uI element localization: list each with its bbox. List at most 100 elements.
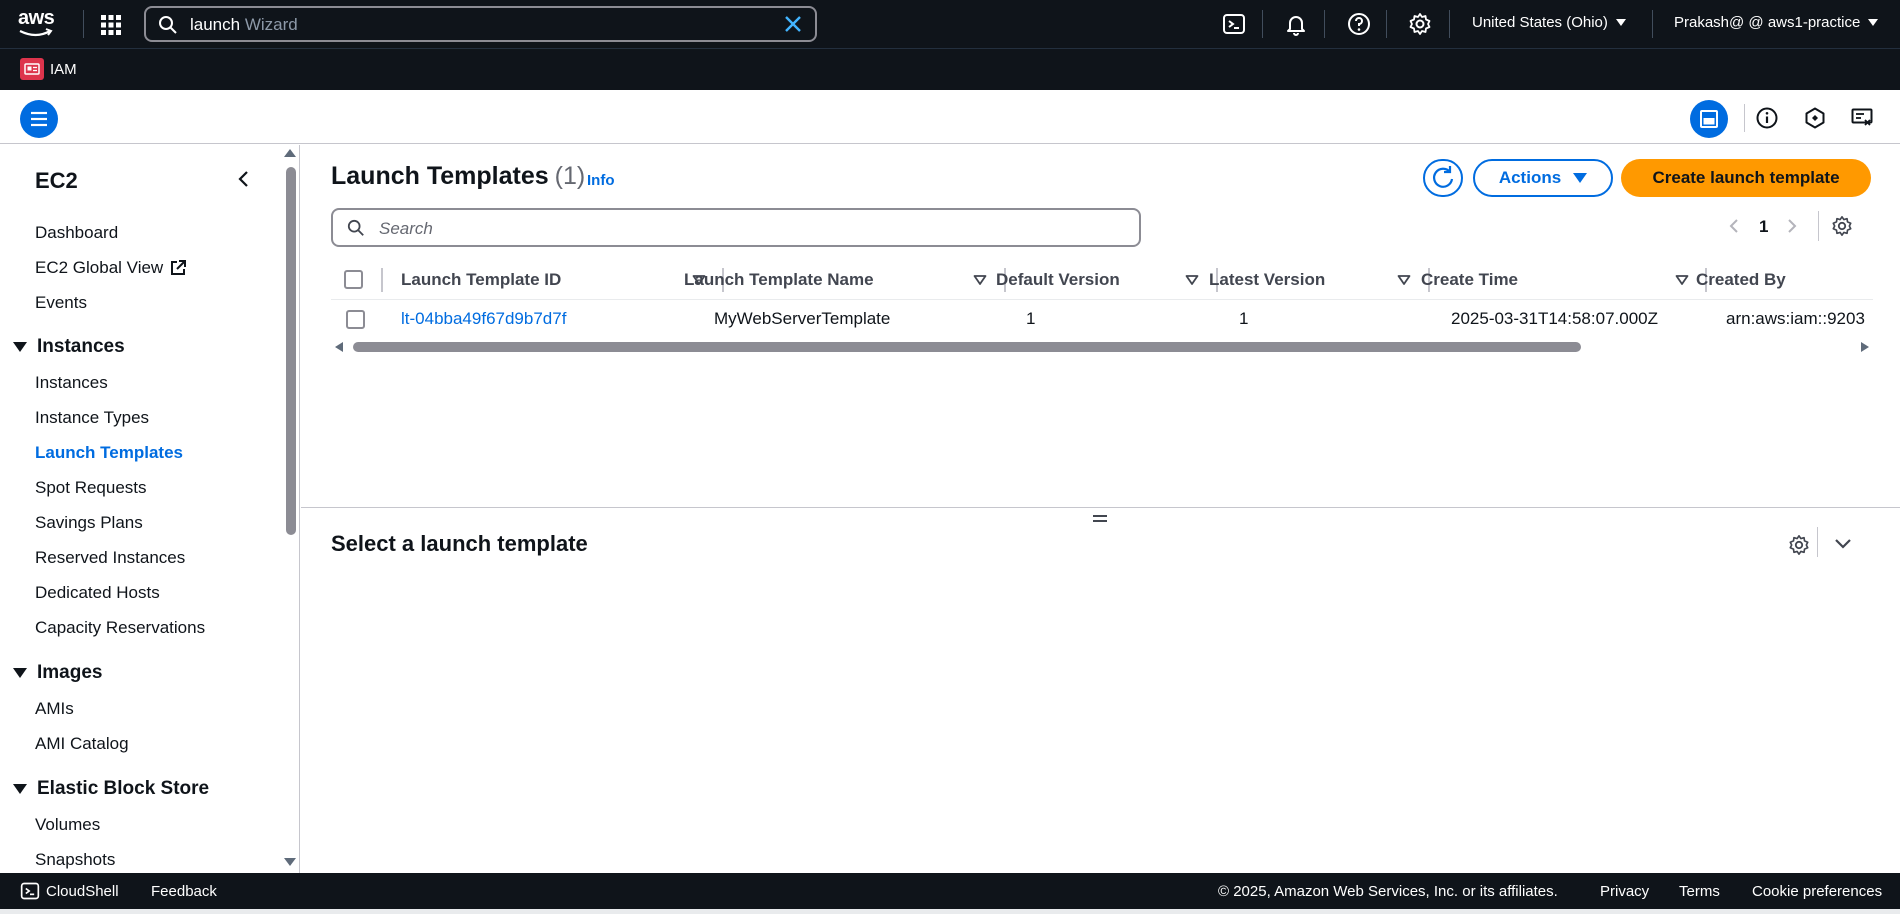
notifications-bell-icon[interactable] [1284, 12, 1308, 36]
nav-divider [1386, 10, 1387, 38]
console-footer: CloudShell Feedback © 2025, Amazon Web S… [0, 873, 1900, 909]
account-menu[interactable]: Prakash@ @ aws1-practice [1674, 14, 1879, 31]
sidebar-item-events[interactable]: Events [35, 293, 87, 313]
iam-service-link[interactable]: IAM [50, 61, 77, 78]
split-panel-button[interactable] [1690, 100, 1728, 138]
sidebar-item-ami-catalog[interactable]: AMI Catalog [35, 734, 129, 754]
sidebar-item-instances[interactable]: Instances [35, 373, 108, 393]
create-launch-template-button[interactable]: Create launch template [1621, 159, 1871, 197]
column-header-create-time[interactable]: Create Time [1421, 270, 1518, 290]
sidebar-item-ec2-global-view[interactable]: EC2 Global View [35, 258, 187, 278]
search-hint: Wizard [240, 15, 298, 34]
sort-icon[interactable] [1675, 274, 1689, 286]
table-search-input[interactable]: Search [331, 208, 1141, 247]
scroll-right-arrow-icon[interactable] [1861, 342, 1869, 352]
sidebar-item-savings-plans[interactable]: Savings Plans [35, 513, 143, 533]
global-search-text: launch Wizard [190, 15, 298, 35]
sidebar-item-label: Spot Requests [35, 478, 147, 497]
sidebar-section-instances[interactable]: Instances [13, 336, 125, 358]
region-label: United States (Ohio) [1472, 14, 1608, 31]
cloudshell-icon[interactable] [1222, 12, 1246, 36]
sidebar-item-amis[interactable]: AMIs [35, 699, 74, 719]
nav-divider [83, 10, 84, 38]
sidebar-item-label: AMIs [35, 699, 74, 718]
sidebar-item-label: Instance Types [35, 408, 150, 427]
sidebar-item-label: Snapshots [35, 850, 116, 869]
column-header-launch-template-name[interactable]: Launch Template Name [684, 270, 874, 290]
sort-icon[interactable] [1185, 274, 1199, 286]
sort-icon[interactable] [1397, 274, 1411, 286]
search-placeholder: Search [379, 219, 433, 238]
cell-default-version: 1 [1026, 309, 1036, 328]
sidebar-item-dashboard[interactable]: Dashboard [35, 223, 118, 243]
top-navigation: aws launch Wizard United States (Ohio) P… [0, 0, 1900, 49]
select-all-checkbox[interactable] [344, 270, 363, 289]
sidebar-item-capacity-reservations[interactable]: Capacity Reservations [35, 618, 205, 638]
sidebar-item-volumes[interactable]: Volumes [35, 815, 100, 835]
previous-page-icon[interactable] [1725, 217, 1743, 235]
scroll-up-arrow-icon[interactable] [284, 149, 296, 157]
cookie-preferences-link[interactable]: Cookie preferences [1752, 883, 1882, 900]
sidebar-item-label: Dashboard [35, 223, 119, 242]
sidebar-item-label: EC2 Global View [35, 258, 164, 277]
column-header-default-version[interactable]: Default Version [996, 270, 1120, 290]
sidebar-item-snapshots[interactable]: Snapshots [35, 850, 115, 870]
aws-logo-text: aws [18, 7, 55, 29]
sidebar-section-images[interactable]: Images [13, 662, 102, 684]
side-menu-button[interactable] [20, 100, 58, 138]
sidebar-item-reserved-instances[interactable]: Reserved Instances [35, 548, 185, 568]
notification-panel-icon[interactable] [1850, 106, 1874, 130]
privacy-link[interactable]: Privacy [1600, 883, 1649, 900]
next-page-icon[interactable] [1783, 217, 1801, 235]
refresh-icon [1432, 166, 1454, 188]
settings-gear-icon[interactable] [1408, 12, 1432, 36]
sidebar-item-label: Savings Plans [35, 513, 143, 532]
sidebar-scrollbar-thumb[interactable] [286, 167, 296, 535]
cloudshell-footer-icon[interactable] [20, 881, 40, 901]
hamburger-menu-icon [31, 111, 47, 127]
split-panel-preferences-gear-icon[interactable] [1788, 534, 1810, 556]
table-horizontal-scrollbar-thumb[interactable] [353, 342, 1581, 352]
sidebar-item-instance-types[interactable]: Instance Types [35, 408, 149, 428]
split-panel-resize-handle[interactable] [1093, 515, 1109, 525]
terms-link[interactable]: Terms [1679, 883, 1720, 900]
column-header-created-by[interactable]: Created By [1696, 270, 1786, 290]
sidebar-item-label: Dedicated Hosts [35, 583, 160, 602]
row-checkbox[interactable] [346, 310, 365, 329]
cloudshell-link[interactable]: CloudShell [46, 883, 119, 900]
sidebar-item-spot-requests[interactable]: Spot Requests [35, 478, 147, 498]
aws-logo[interactable]: aws [18, 8, 62, 40]
sidebar-item-label: Events [35, 293, 87, 312]
column-header-launch-template-id[interactable]: Launch Template ID [401, 270, 561, 290]
refresh-button[interactable] [1423, 159, 1463, 197]
sidebar-item-label: AMI Catalog [35, 734, 129, 753]
toolbar-divider [1744, 104, 1745, 132]
feedback-link[interactable]: Feedback [151, 883, 217, 900]
collapse-sidebar-icon[interactable] [234, 169, 254, 189]
clear-search-icon[interactable] [783, 14, 803, 34]
page-title: Launch Templates (1) [331, 162, 585, 191]
chevron-down-icon[interactable] [1833, 537, 1853, 551]
column-header-latest-version[interactable]: Latest Version [1209, 270, 1325, 290]
amazon-q-icon[interactable] [1803, 106, 1827, 130]
info-link[interactable]: Info [587, 172, 615, 189]
services-grid-icon[interactable] [100, 14, 122, 36]
scroll-left-arrow-icon[interactable] [335, 342, 343, 352]
sort-icon[interactable] [973, 274, 987, 286]
launch-template-id-link[interactable]: lt-04bba49f67d9b7d7f [401, 309, 566, 329]
sidebar-item-dedicated-hosts[interactable]: Dedicated Hosts [35, 583, 160, 603]
table-preferences-gear-icon[interactable] [1831, 215, 1853, 237]
main-content: Launch Templates (1) Info Actions Create… [301, 145, 1900, 873]
search-query: launch [190, 15, 241, 34]
sidebar-section-elastic-block-store[interactable]: Elastic Block Store [13, 778, 209, 800]
scroll-down-arrow-icon[interactable] [284, 858, 296, 866]
actions-dropdown-button[interactable]: Actions [1473, 159, 1613, 197]
global-search-input[interactable]: launch Wizard [144, 6, 817, 42]
help-icon[interactable] [1347, 12, 1371, 36]
search-icon [159, 16, 177, 34]
sidebar-item-launch-templates[interactable]: Launch Templates [35, 443, 183, 463]
current-page-number[interactable]: 1 [1759, 217, 1768, 237]
region-selector[interactable]: United States (Ohio) [1472, 14, 1626, 31]
iam-service-icon[interactable] [20, 58, 44, 80]
info-panel-icon[interactable] [1755, 106, 1779, 130]
